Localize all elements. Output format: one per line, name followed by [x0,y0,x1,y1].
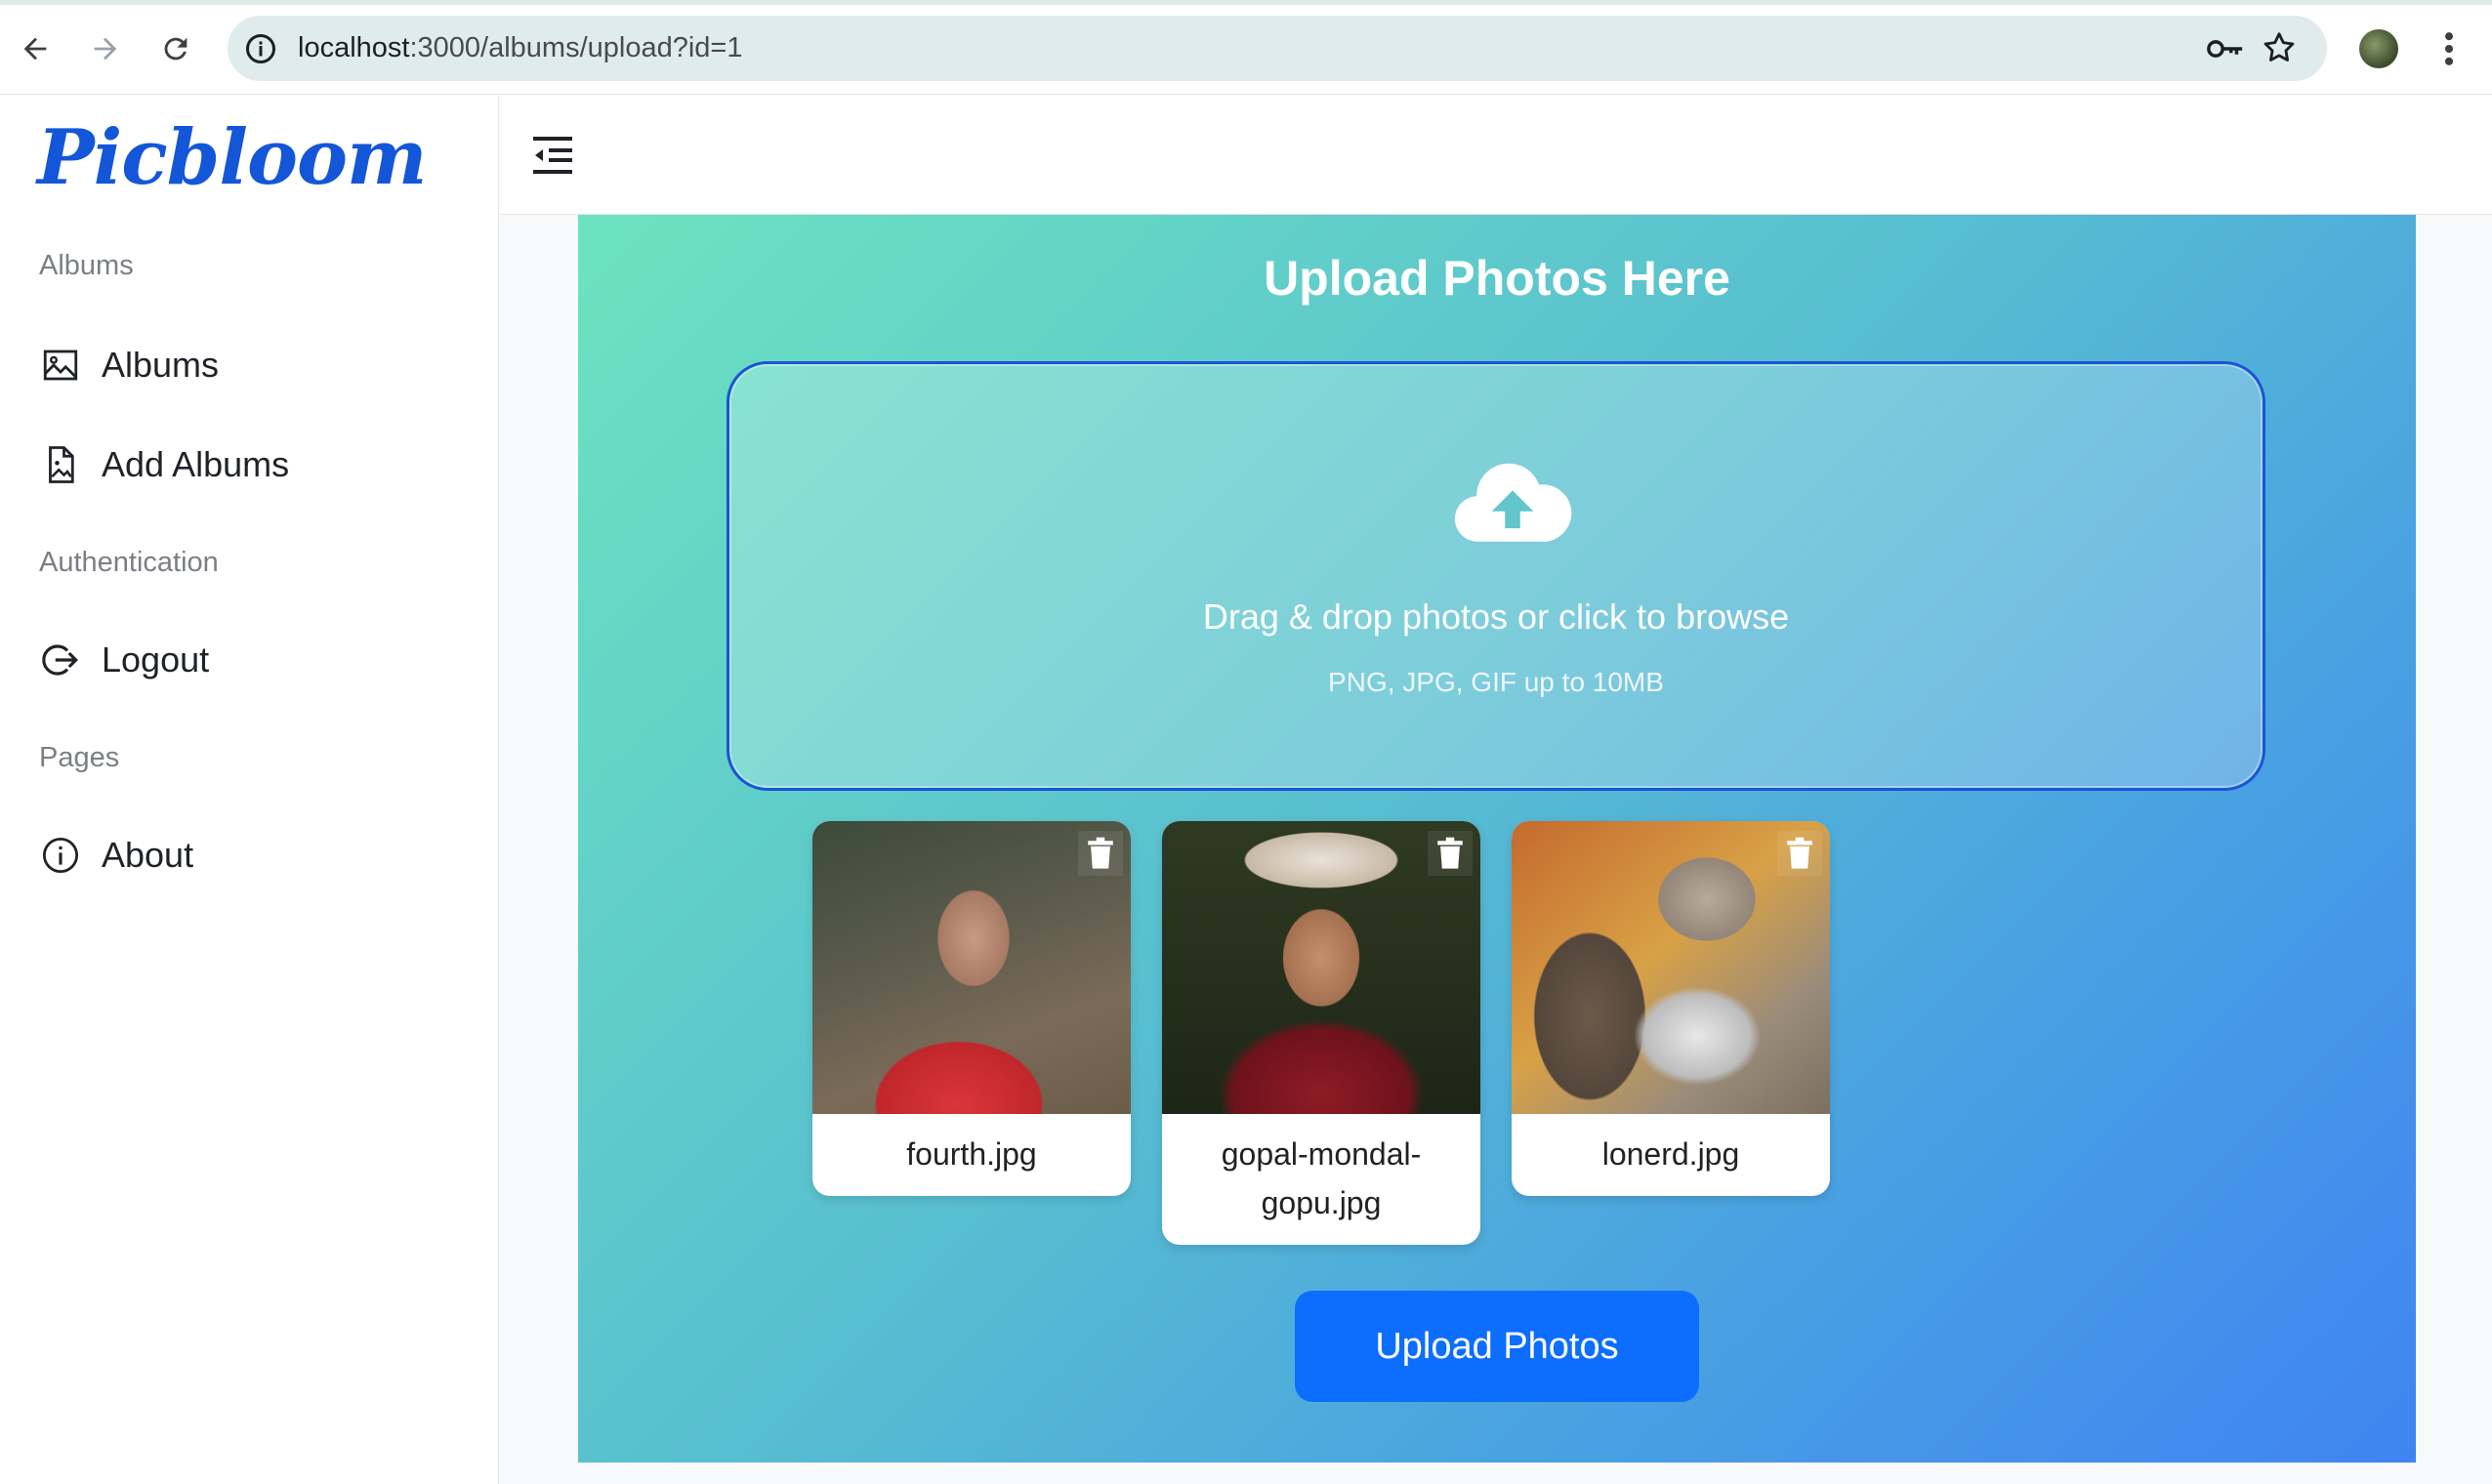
photo-thumbnail [812,821,1131,1114]
sidebar-item-albums[interactable]: Albums [39,338,219,392]
profile-avatar[interactable] [2359,29,2398,68]
browser-toolbar: localhost:3000/albums/upload?id=1 [0,0,2492,95]
page-title: Upload Photos Here [1264,251,1730,306]
section-label-authentication: Authentication [39,547,219,578]
file-image-icon [39,443,82,486]
photo-filename: fourth.jpg [906,1136,1037,1172]
sidebar-item-label: Add Albums [102,444,290,484]
sidebar-item-label: Logout [102,639,210,680]
more-menu-icon[interactable] [2433,27,2465,70]
sidebar-item-logout[interactable]: Logout [39,633,209,687]
photo-filename: lonerd.jpg [1601,1136,1740,1172]
trash-icon [1787,837,1812,869]
photo-preview-card: fourth.jpg [812,821,1131,1196]
site-info-icon[interactable] [243,31,278,66]
photo-preview-card: gopal-mondal-gopu.jpg [1162,821,1480,1245]
logout-icon [39,639,82,681]
back-button[interactable] [12,25,59,72]
arrow-right-icon [94,37,117,61]
sidebar-item-label: About [102,835,194,875]
url-path: :3000/albums/upload?id=1 [409,32,743,63]
arrow-left-icon [23,37,47,61]
app-logo[interactable]: Picbloom [37,113,428,202]
delete-photo-button[interactable] [1428,831,1473,876]
section-label-albums: Albums [39,250,134,281]
address-bar[interactable]: localhost:3000/albums/upload?id=1 [228,16,2327,81]
reload-icon [164,37,187,61]
trash-icon [1437,837,1463,869]
sidebar-toggle-icon[interactable] [529,133,576,176]
photo-thumbnail [1512,821,1830,1114]
key-icon[interactable] [2206,31,2245,66]
trash-icon [1088,837,1113,869]
forward-button[interactable] [82,25,129,72]
url-text[interactable]: localhost:3000/albums/upload?id=1 [298,16,743,81]
tab-strip [0,0,2492,5]
sidebar-item-add-albums[interactable]: Add Albums [39,437,289,492]
bookmark-star-icon[interactable] [2261,29,2298,66]
reload-button[interactable] [152,25,199,72]
sidebar-item-about[interactable]: About [39,828,193,883]
url-host: localhost [298,32,410,63]
image-icon [39,344,82,387]
top-header [500,96,2492,215]
section-label-pages: Pages [39,742,120,773]
info-icon [39,834,82,877]
sidebar-item-label: Albums [102,345,220,385]
photo-thumbnail [1162,821,1480,1114]
dropzone-instructions: Drag & drop photos or click to browse [1202,597,1790,637]
photo-dropzone[interactable]: Drag & drop photos or click to browse PN… [727,361,2265,791]
sidebar: Picbloom Albums Albums Add Albums Authen… [0,96,499,1484]
photo-filename: gopal-mondal-gopu.jpg [1221,1136,1422,1220]
upload-photos-button[interactable]: Upload Photos [1295,1291,1699,1402]
upload-panel: Upload Photos Here Drag & drop photos or… [578,215,2416,1463]
delete-photo-button[interactable] [1078,831,1123,876]
photo-preview-card: lonerd.jpg [1512,821,1830,1196]
dropzone-file-hint: PNG, JPG, GIF up to 10MB [1328,667,1664,697]
delete-photo-button[interactable] [1777,831,1822,876]
cloud-upload-icon [1454,463,1572,542]
